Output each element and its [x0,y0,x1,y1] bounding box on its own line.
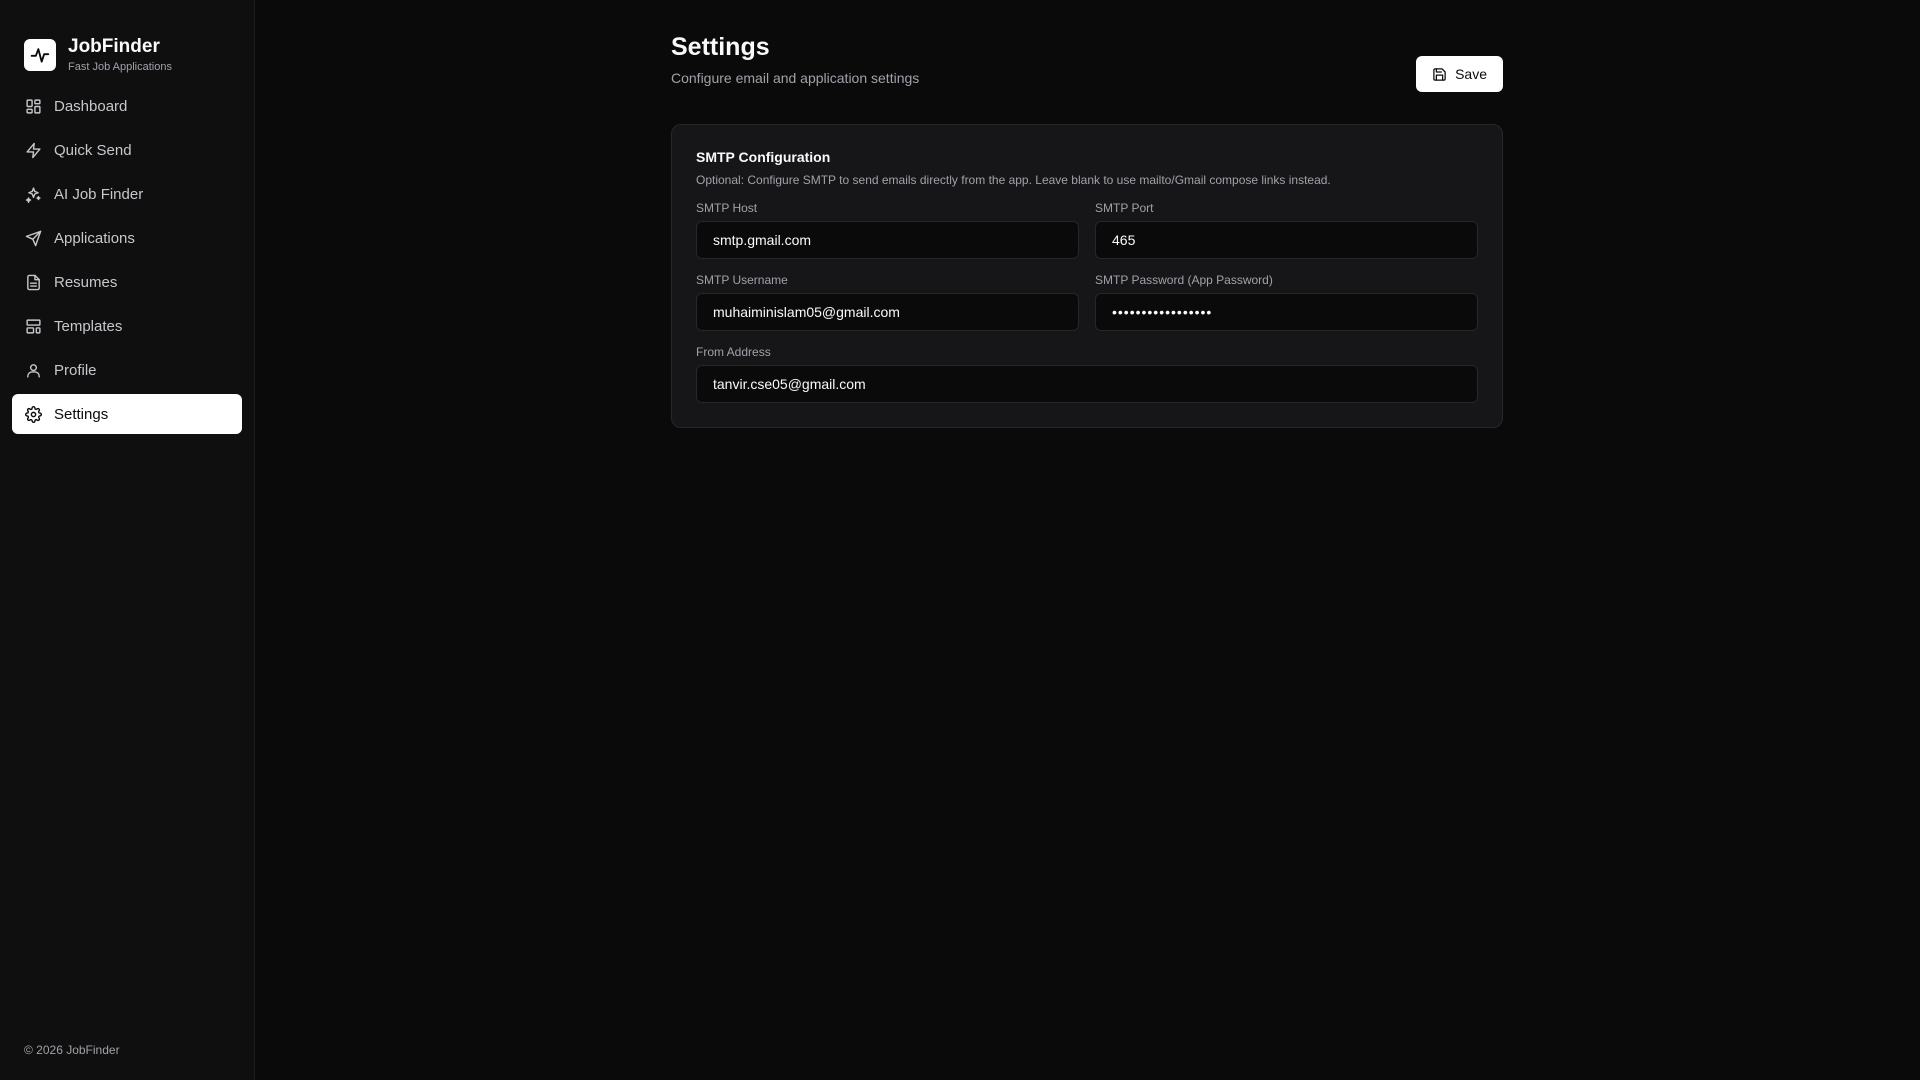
from-address-input[interactable] [696,365,1478,403]
page-subtitle: Configure email and application settings [671,70,920,86]
smtp-config-card: SMTP Configuration Optional: Configure S… [671,124,1503,428]
brand-name: JobFinder [68,36,160,57]
main-content: Settings Configure email and application… [255,0,1920,1080]
smtp-username-input[interactable] [696,293,1079,331]
save-icon [1432,67,1447,82]
sidebar-item-label: AI Job Finder [54,185,144,203]
layout-template-icon [24,317,42,335]
sidebar-item-ai-job-finder[interactable]: AI Job Finder [12,174,242,214]
sidebar-item-settings[interactable]: Settings [12,394,242,434]
smtp-host-label: SMTP Host [696,201,758,215]
smtp-form: SMTP Host SMTP Port SMTP Username SMTP P… [696,201,1478,403]
brand[interactable]: JobFinder Fast Job Applications [0,0,254,86]
gear-icon [24,405,42,423]
card-title: SMTP Configuration [696,149,831,165]
smtp-port-field: SMTP Port [1095,201,1478,259]
sidebar-footer: © 2026 JobFinder [24,1043,120,1057]
sidebar-nav: Dashboard Quick Send AI Job Finder Appli… [0,86,254,438]
sidebar-item-label: Settings [54,405,109,423]
page-header: Settings Configure email and application… [671,30,1503,92]
settings-page: Settings Configure email and application… [671,30,1503,428]
from-address-label: From Address [696,345,771,359]
file-text-icon [24,273,42,291]
sidebar-item-label: Applications [54,229,135,247]
save-button[interactable]: Save [1416,56,1503,92]
sidebar-item-label: Templates [54,317,123,335]
card-description: Optional: Configure SMTP to send emails … [696,173,1331,187]
page-title: Settings [671,33,770,61]
layout-grid-icon [24,97,42,115]
zap-icon [24,141,42,159]
smtp-port-label: SMTP Port [1095,201,1154,215]
sidebar-item-resumes[interactable]: Resumes [12,262,242,302]
sidebar-item-label: Dashboard [54,97,128,115]
from-address-field: From Address [696,345,1478,403]
sidebar-item-label: Resumes [54,273,118,291]
activity-icon [24,39,56,71]
sparkles-icon [24,185,42,203]
sidebar-item-quick-send[interactable]: Quick Send [12,130,242,170]
smtp-port-input[interactable] [1095,221,1478,259]
brand-tagline: Fast Job Applications [68,61,172,73]
save-button-label: Save [1455,66,1487,82]
sidebar-item-templates[interactable]: Templates [12,306,242,346]
smtp-password-field: SMTP Password (App Password) [1095,273,1478,331]
app-root: JobFinder Fast Job Applications Dashboar… [0,0,1920,1080]
sidebar: JobFinder Fast Job Applications Dashboar… [0,0,255,1080]
sidebar-item-applications[interactable]: Applications [12,218,242,258]
smtp-username-field: SMTP Username [696,273,1079,331]
sidebar-item-profile[interactable]: Profile [12,350,242,390]
user-icon [24,361,42,379]
sidebar-item-label: Profile [54,361,97,379]
smtp-host-field: SMTP Host [696,201,1079,259]
send-icon [24,229,42,247]
smtp-username-label: SMTP Username [696,273,788,287]
smtp-password-input[interactable] [1095,293,1478,331]
sidebar-item-label: Quick Send [54,141,132,159]
smtp-host-input[interactable] [696,221,1079,259]
smtp-password-label: SMTP Password (App Password) [1095,273,1273,287]
sidebar-item-dashboard[interactable]: Dashboard [12,86,242,126]
